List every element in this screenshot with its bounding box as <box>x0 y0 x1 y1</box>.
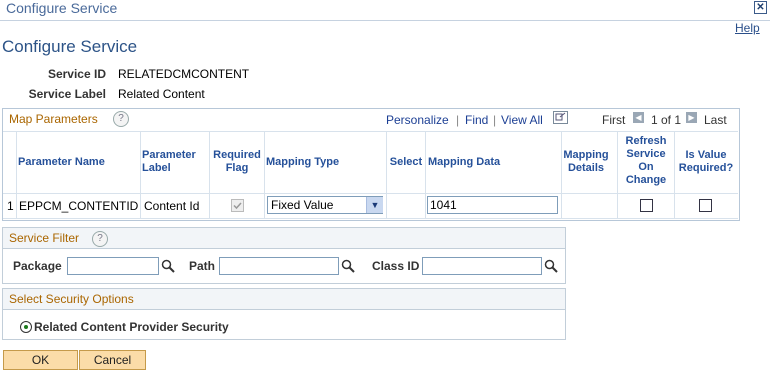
last-arrow-icon[interactable]: ▶ <box>686 112 697 123</box>
ok-button[interactable]: OK <box>3 350 78 370</box>
required-flag-checkbox <box>231 199 244 212</box>
window-title: Configure Service <box>6 0 118 16</box>
grid-divider <box>140 131 141 218</box>
col-mapping-data[interactable]: Mapping Data <box>428 156 558 169</box>
class-id-input[interactable] <box>422 257 542 275</box>
col-mapping-details[interactable]: Mapping Details <box>562 149 610 175</box>
help-link[interactable]: Help <box>735 21 760 35</box>
class-id-label: Class ID <box>372 259 420 273</box>
package-label: Package <box>13 259 62 273</box>
find-link[interactable]: Find <box>465 113 488 127</box>
col-select[interactable]: Select <box>387 156 425 169</box>
title-divider <box>0 20 770 21</box>
grid-download-icon[interactable] <box>553 111 568 124</box>
col-mapping-type[interactable]: Mapping Type <box>266 156 384 169</box>
page-title: Configure Service <box>2 37 138 56</box>
close-icon[interactable]: ✕ <box>754 1 767 14</box>
help-icon[interactable]: ? <box>113 111 129 127</box>
grid-divider <box>3 218 738 219</box>
map-parameters-title: Map Parameters <box>9 112 98 126</box>
grid-divider <box>386 131 387 218</box>
refresh-service-checkbox[interactable] <box>640 199 653 212</box>
col-is-value-required[interactable]: Is Value Required? <box>675 149 737 175</box>
radio-icon[interactable] <box>20 321 32 333</box>
package-input[interactable] <box>67 257 159 275</box>
separator: | <box>493 113 497 127</box>
personalize-link[interactable]: Personalize <box>386 113 449 127</box>
col-parameter-name[interactable]: Parameter Name <box>18 156 140 169</box>
security-options-title: Select Security Options <box>9 292 134 306</box>
parameter-name-value: EPPCM_CONTENTID <box>19 199 139 213</box>
grid-divider <box>3 131 738 132</box>
grid-divider <box>3 193 738 194</box>
path-input[interactable] <box>219 257 339 275</box>
radio-selected-dot <box>24 325 28 329</box>
row-number: 1 <box>7 199 14 213</box>
view-all-link[interactable]: View All <box>501 113 543 127</box>
first-arrow-icon[interactable]: ◀ <box>633 112 644 123</box>
security-option-label[interactable]: Related Content Provider Security <box>34 320 229 334</box>
col-required-flag[interactable]: Required Flag <box>210 149 264 175</box>
last-label: Last <box>704 113 727 127</box>
grid-divider <box>16 131 17 218</box>
service-id-value: RELATEDCMCONTENT <box>118 67 250 81</box>
service-filter-title: Service Filter <box>9 231 80 245</box>
cancel-button[interactable]: Cancel <box>79 350 146 370</box>
mapping-type-value: Fixed Value <box>271 198 334 212</box>
is-value-required-checkbox[interactable] <box>699 199 712 212</box>
dropdown-arrow-icon[interactable]: ▼ <box>366 197 383 213</box>
service-label-value: Related Content <box>118 87 205 101</box>
service-filter-header <box>3 228 565 249</box>
parameter-label-value: Content Id <box>144 199 200 213</box>
service-label-label: Service Label <box>28 87 106 101</box>
prompt-lookup-icon[interactable] <box>544 259 558 276</box>
service-id-label: Service ID <box>47 67 106 81</box>
help-icon[interactable]: ? <box>92 231 108 247</box>
col-refresh-service[interactable]: Refresh Service On Change <box>618 135 674 187</box>
separator: | <box>456 113 460 127</box>
mapping-data-input[interactable]: 1041 <box>427 196 558 214</box>
prompt-lookup-icon[interactable] <box>161 259 175 276</box>
first-label: First <box>602 113 626 127</box>
row-count: 1 of 1 <box>651 113 682 127</box>
path-label: Path <box>189 259 216 273</box>
prompt-lookup-icon[interactable] <box>341 259 355 276</box>
grid-divider <box>264 131 265 218</box>
grid-divider <box>425 131 426 218</box>
col-parameter-label[interactable]: Parameter Label <box>142 149 208 175</box>
